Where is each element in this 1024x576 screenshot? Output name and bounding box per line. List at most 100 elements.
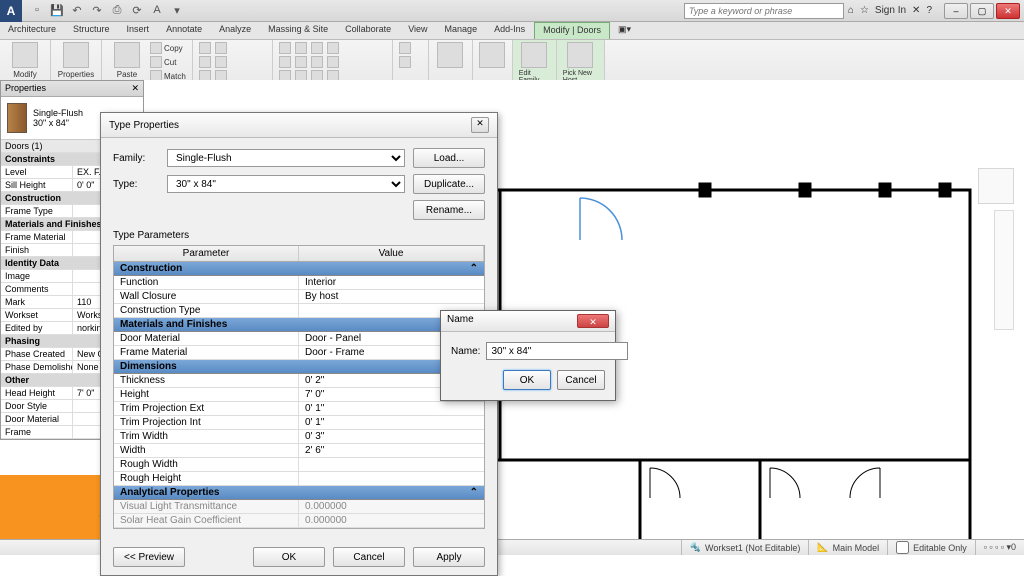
modify-tool[interactable]: [295, 42, 307, 54]
cut-button[interactable]: Cut: [150, 56, 186, 68]
geom-tool[interactable]: [215, 56, 227, 68]
param-row[interactable]: Wall ClosureBy host: [114, 290, 484, 304]
name-cancel-button[interactable]: Cancel: [557, 370, 605, 390]
param-row[interactable]: Construction Type: [114, 304, 484, 318]
modify-button[interactable]: Modify: [6, 42, 44, 79]
measure-button[interactable]: [435, 42, 466, 70]
tab-analyze[interactable]: Analyze: [211, 22, 260, 39]
edit-family-button[interactable]: Edit Family: [519, 42, 550, 84]
tab-insert[interactable]: Insert: [119, 22, 159, 39]
tab-add-ins[interactable]: Add-Ins: [486, 22, 534, 39]
qat-redo-icon[interactable]: ↷: [90, 4, 104, 18]
param-row[interactable]: Trim Width0' 3": [114, 430, 484, 444]
window-close-button[interactable]: ✕: [996, 3, 1020, 19]
dialog-title: Type Properties: [109, 120, 179, 131]
tab-collaborate[interactable]: Collaborate: [337, 22, 400, 39]
qat-undo-icon[interactable]: ↶: [70, 4, 84, 18]
preview-button[interactable]: << Preview: [113, 547, 185, 567]
tab-annotate[interactable]: Annotate: [158, 22, 211, 39]
name-input[interactable]: [486, 342, 628, 360]
create-button[interactable]: [479, 42, 506, 70]
param-row[interactable]: Trim Projection Ext0' 1": [114, 402, 484, 416]
apply-button[interactable]: Apply: [413, 547, 485, 567]
help-icon[interactable]: ?: [926, 5, 932, 16]
family-select[interactable]: Single-Flush: [167, 149, 405, 167]
paste-button[interactable]: Paste: [108, 42, 146, 79]
window-minimize-button[interactable]: –: [944, 3, 968, 19]
status-selection-tools[interactable]: ▫ ▫ ▫ ▫ ▾0: [975, 540, 1024, 555]
navigation-bar[interactable]: [994, 210, 1014, 330]
type-properties-dialog: Type Properties ✕ Family: Single-Flush L…: [100, 112, 498, 576]
exchange-icon[interactable]: ✕: [912, 5, 920, 16]
close-icon[interactable]: ✕: [131, 83, 139, 94]
star-icon[interactable]: ☆: [860, 5, 869, 16]
tab-manage[interactable]: Manage: [437, 22, 487, 39]
rename-button[interactable]: Rename...: [413, 200, 485, 220]
view-tool[interactable]: [399, 42, 411, 54]
modify-tool[interactable]: [327, 42, 339, 54]
status-design-options[interactable]: 📐 Main Model: [808, 540, 887, 555]
geom-tool[interactable]: [215, 42, 227, 54]
qat-print-icon[interactable]: ⎙: [110, 4, 124, 18]
qat-open-icon[interactable]: ▫: [30, 4, 44, 18]
param-row[interactable]: Door MaterialDoor - Panel: [114, 332, 484, 346]
qat-sync-icon[interactable]: ⟳: [130, 4, 144, 18]
modify-tool[interactable]: [279, 56, 291, 68]
dialog-titlebar[interactable]: Type Properties ✕: [101, 113, 497, 138]
view-tool[interactable]: [399, 56, 411, 68]
help-search-input[interactable]: [684, 3, 844, 19]
app-logo[interactable]: A: [0, 0, 22, 22]
copy-button[interactable]: Copy: [150, 42, 186, 54]
pick-new-host-button[interactable]: Pick New Host: [563, 42, 598, 84]
infocenter-icon[interactable]: ⌂: [848, 5, 854, 16]
status-editable-only[interactable]: Editable Only: [887, 540, 975, 555]
tab-massing-site[interactable]: Massing & Site: [260, 22, 337, 39]
ok-button[interactable]: OK: [253, 547, 325, 567]
param-row[interactable]: Frame MaterialDoor - Frame: [114, 346, 484, 360]
modify-tool[interactable]: [311, 56, 323, 68]
param-row[interactable]: Thickness0' 2": [114, 374, 484, 388]
status-workset[interactable]: 🔩 Workset1 (Not Editable): [681, 540, 809, 555]
name-ok-button[interactable]: OK: [503, 370, 551, 390]
geom-tool[interactable]: [199, 56, 211, 68]
editable-only-checkbox[interactable]: [896, 541, 909, 554]
sign-in-button[interactable]: Sign In: [875, 5, 906, 16]
param-row[interactable]: Rough Width: [114, 458, 484, 472]
name-dialog-close-button[interactable]: ✕: [577, 314, 609, 328]
cancel-button[interactable]: Cancel: [333, 547, 405, 567]
param-row[interactable]: Height7' 0": [114, 388, 484, 402]
properties-title[interactable]: Properties✕: [1, 81, 143, 97]
tab-modify-doors[interactable]: Modify | Doors: [534, 22, 610, 39]
param-group-header[interactable]: Analytical Properties⌃: [114, 486, 484, 500]
qat-save-icon[interactable]: 💾: [50, 4, 64, 18]
modify-tool[interactable]: [279, 42, 291, 54]
param-group-header[interactable]: Dimensions⌃: [114, 360, 484, 374]
param-group-header[interactable]: Construction⌃: [114, 262, 484, 276]
modify-tool[interactable]: [327, 56, 339, 68]
modify-tool[interactable]: [295, 56, 307, 68]
tab-structure[interactable]: Structure: [65, 22, 119, 39]
param-row[interactable]: Solar Heat Gain Coefficient0.000000: [114, 514, 484, 528]
view-cube[interactable]: [978, 168, 1014, 204]
tab-architecture[interactable]: Architecture: [0, 22, 65, 39]
param-row[interactable]: FunctionInterior: [114, 276, 484, 290]
param-row[interactable]: Rough Height: [114, 472, 484, 486]
qat-more-icon[interactable]: ▾: [170, 4, 184, 18]
dialog-close-button[interactable]: ✕: [471, 117, 489, 133]
param-row[interactable]: Width2' 6": [114, 444, 484, 458]
geom-tool[interactable]: [199, 42, 211, 54]
param-row[interactable]: Visual Light Transmittance0.000000: [114, 500, 484, 514]
load-button[interactable]: Load...: [413, 148, 485, 168]
quick-access-toolbar: ▫ 💾 ↶ ↷ ⎙ ⟳ A ▾: [22, 4, 192, 18]
param-group-header[interactable]: Materials and Finishes⌃: [114, 318, 484, 332]
modify-tool[interactable]: [311, 42, 323, 54]
qat-measure-icon[interactable]: A: [150, 4, 164, 18]
tab-view[interactable]: View: [400, 22, 436, 39]
properties-button[interactable]: Properties: [57, 42, 95, 79]
window-maximize-button[interactable]: ▢: [970, 3, 994, 19]
ribbon-panel-toggle[interactable]: ▣▾: [610, 22, 640, 39]
type-select[interactable]: 30" x 84": [167, 175, 405, 193]
param-row[interactable]: Trim Projection Int0' 1": [114, 416, 484, 430]
name-dialog-titlebar[interactable]: Name ✕: [441, 311, 615, 332]
duplicate-button[interactable]: Duplicate...: [413, 174, 485, 194]
